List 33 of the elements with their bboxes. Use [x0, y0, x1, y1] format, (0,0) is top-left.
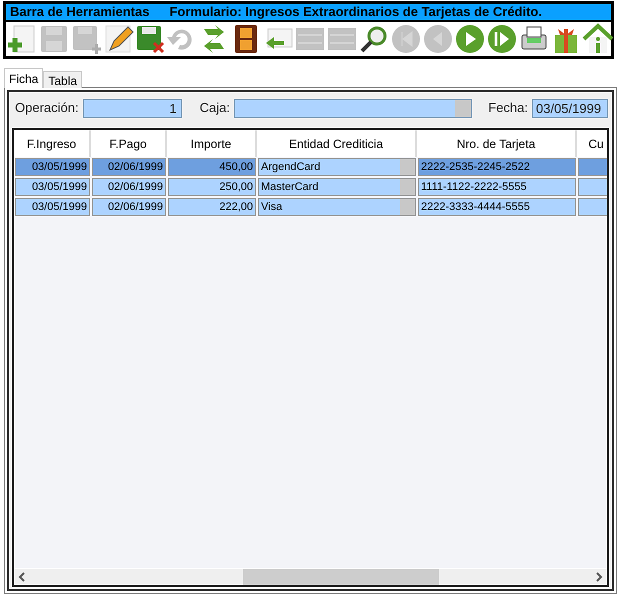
fecha-label: Fecha: — [488, 99, 528, 118]
caja-label: Caja: — [200, 99, 230, 118]
table-cell: 03/05/1999 — [15, 178, 90, 196]
scrollbar-thumb[interactable] — [243, 569, 439, 585]
tab[interactable]: Ficha — [4, 68, 44, 88]
fecha-field[interactable]: 03/05/1999 — [532, 98, 608, 118]
table-cell: 222,00 — [168, 198, 256, 216]
table-cell: 450,00 — [168, 158, 256, 176]
table-cell: 250,00 — [168, 178, 256, 196]
table-cell: 02/06/1999 — [92, 198, 166, 216]
table-row[interactable]: 03/05/1999 02/06/1999 222,00 Visa 2222-3333-4444-5555 — [14, 197, 607, 217]
operacion-field[interactable]: 1 — [82, 98, 182, 118]
table-cell: 1111-1122-2222-5555 — [418, 178, 576, 196]
table-cell[interactable]: Visa — [258, 198, 416, 216]
table-row[interactable]: 03/05/1999 02/06/1999 450,00 ArgendCard 2222-2535-2245-2522 — [14, 157, 607, 177]
play-icon[interactable] — [454, 23, 486, 55]
table-cell: 03/05/1999 — [15, 158, 90, 176]
table-cell: 02/06/1999 — [92, 158, 166, 176]
home-icon[interactable] — [582, 23, 614, 55]
floppy-disk-cross-icon[interactable] — [134, 23, 166, 55]
table-cell: 03/05/1999 — [15, 198, 90, 216]
horizontal-scrollbar[interactable] — [14, 568, 607, 585]
table-cell: 2222-3333-4444-5555 — [418, 198, 576, 216]
tab[interactable]: Tabla — [43, 71, 82, 88]
table-cell[interactable]: ArgendCard — [258, 158, 416, 176]
table-cell[interactable]: MasterCard — [258, 178, 416, 196]
toolbar-title: Barra de Herramientas — [10, 3, 150, 22]
table-cell: 02/06/1999 — [92, 178, 166, 196]
caja-dropdown[interactable] — [234, 98, 472, 118]
form-title: Formulario: Ingresos Extraordinarios de Tarjetas de Crédito. — [169, 3, 542, 22]
table-cell: 2222-2535-2245-2522 — [418, 158, 576, 176]
table-row[interactable]: 03/05/1999 02/06/1999 250,00 MasterCard 1111-1122-2222-5555 — [14, 177, 607, 197]
operacion-label: Operación: — [15, 99, 79, 118]
